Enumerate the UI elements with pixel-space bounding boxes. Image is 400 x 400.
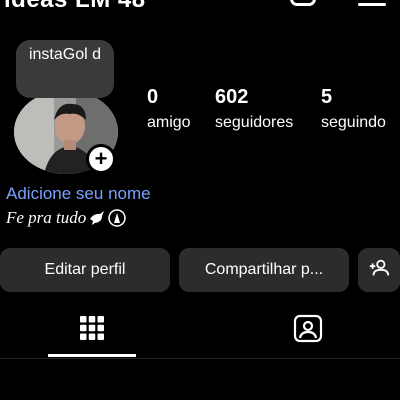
edit-profile-button[interactable]: Editar perfil (0, 248, 170, 292)
add-name-link[interactable]: Adicione seu nome (6, 184, 151, 204)
tabs-divider (0, 358, 400, 359)
add-story-button[interactable]: + (86, 144, 116, 174)
stat-friends-value: 0 (147, 86, 159, 108)
grid-icon (79, 315, 105, 346)
profile-username[interactable]: ideas LM 48 (4, 0, 146, 12)
dove-icon (88, 209, 106, 227)
plus-icon: + (94, 146, 108, 171)
bio: Fe pra tudo (6, 208, 127, 228)
stat-friends[interactable]: 0 amigo (147, 86, 191, 134)
discover-people-button[interactable] (358, 248, 400, 292)
stat-friends-label: amigo (147, 114, 191, 131)
profile-tabs (0, 302, 400, 359)
add-post-icon[interactable] (290, 0, 316, 6)
stat-following[interactable]: 5 seguindo (321, 86, 386, 134)
stat-followers-label: seguidores (215, 114, 294, 131)
stat-following-value: 5 (321, 86, 333, 108)
menu-icon[interactable] (358, 0, 386, 12)
tab-posts-grid[interactable] (48, 302, 136, 358)
top-bar: ideas LM 48 (0, 0, 400, 12)
tagged-person-icon (293, 313, 323, 348)
tab-tagged[interactable] (264, 302, 352, 358)
stat-following-label: seguindo (321, 114, 386, 131)
add-person-icon (368, 257, 390, 284)
active-tab-indicator (48, 354, 136, 357)
share-profile-button[interactable]: Compartilhar p... (179, 248, 349, 292)
praying-hands-icon (108, 209, 127, 227)
note-text: instaGol d (28, 46, 102, 63)
bio-text: Fe pra tudo (6, 208, 87, 227)
stat-followers[interactable]: 602 seguidores (215, 86, 293, 134)
stat-followers-value: 602 (215, 86, 249, 108)
